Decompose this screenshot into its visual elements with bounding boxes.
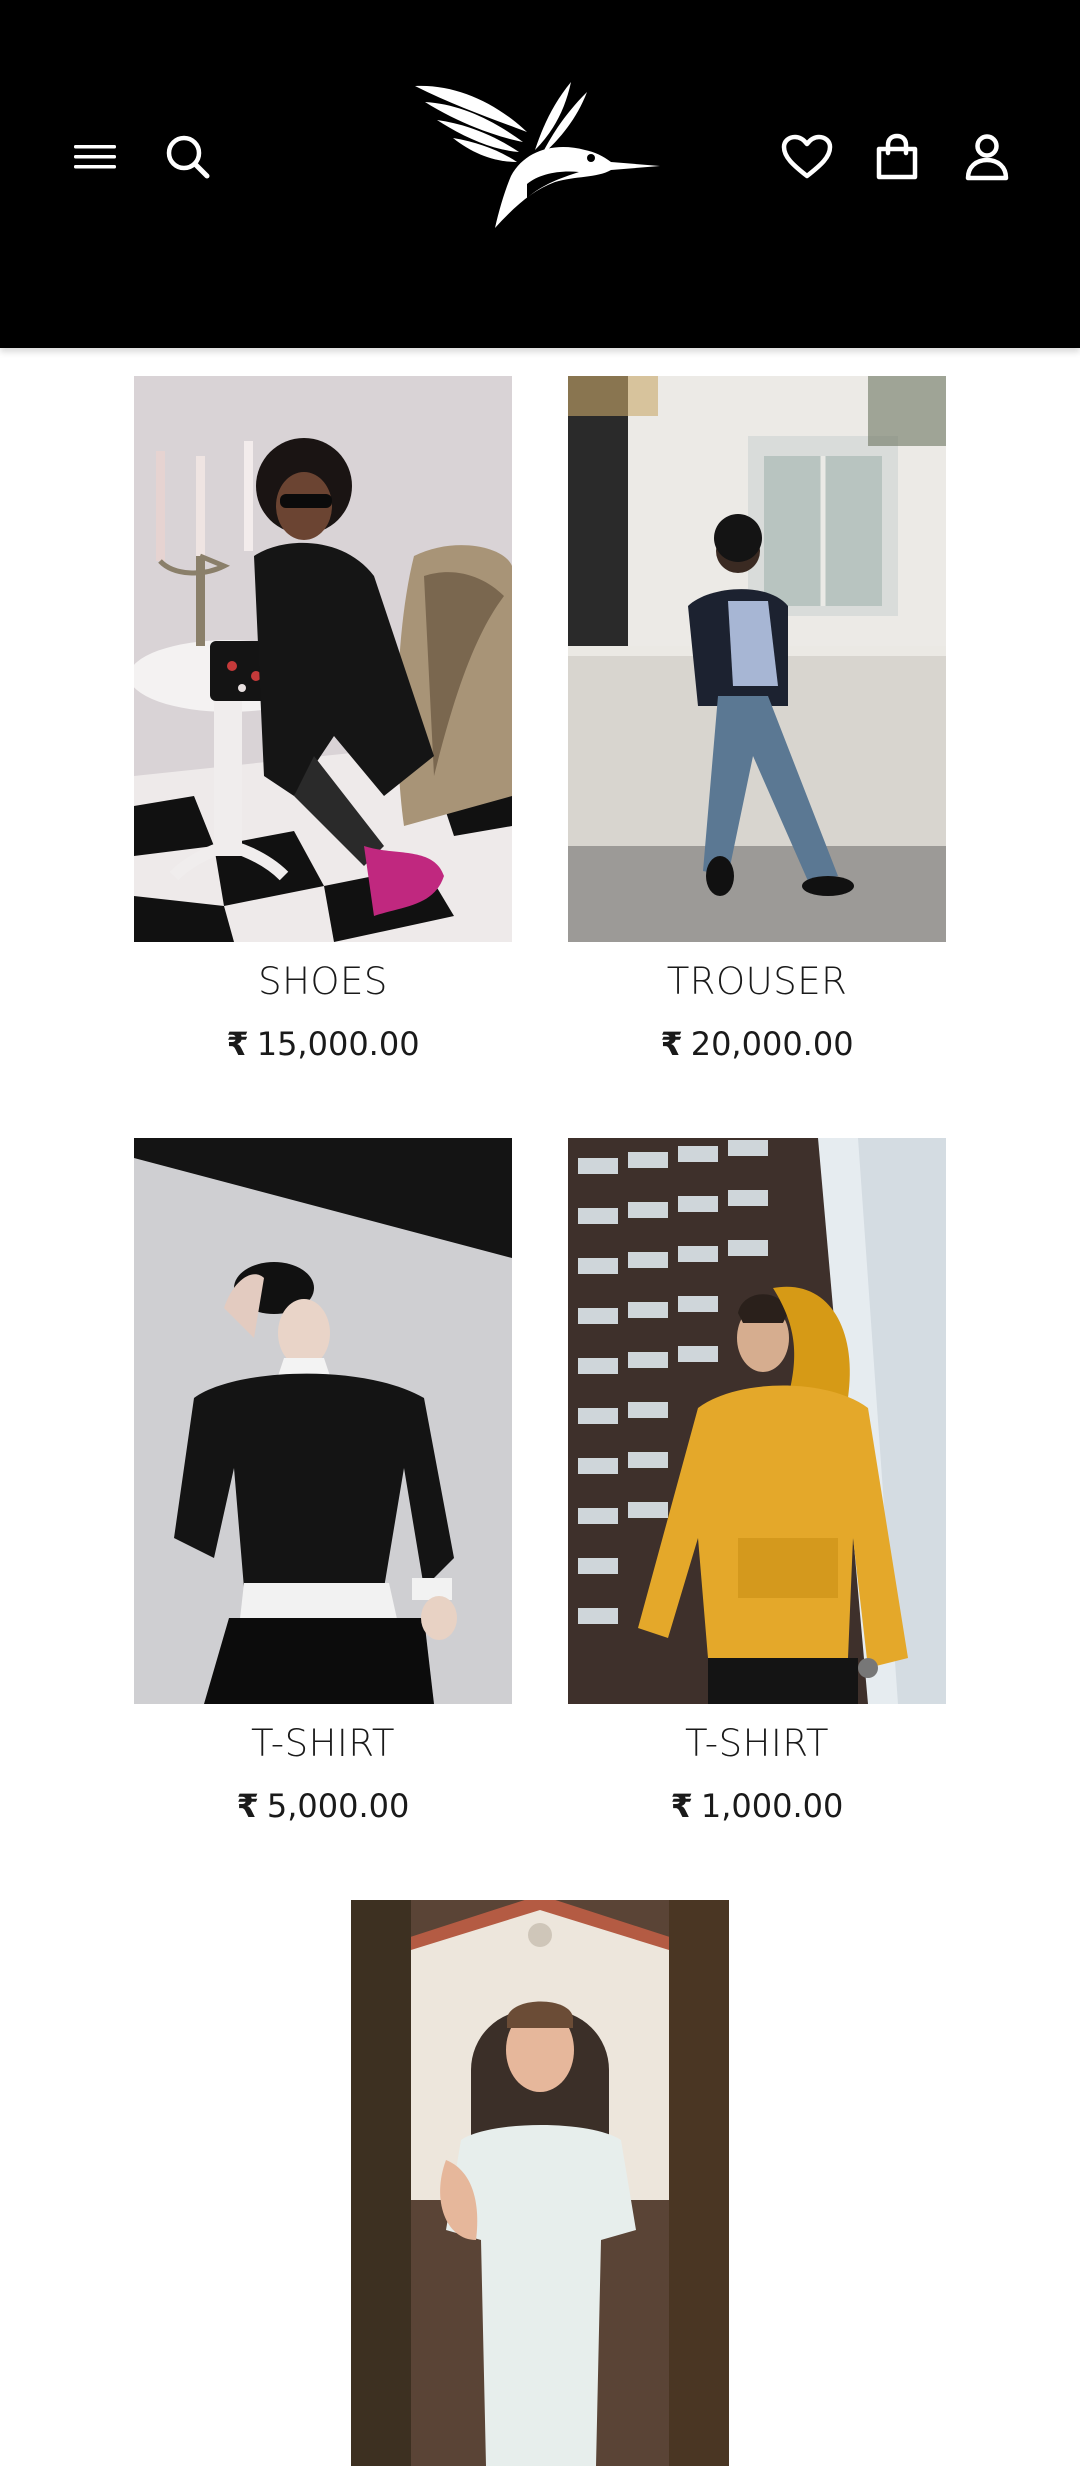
search-button[interactable] (153, 122, 223, 192)
price-value: 20,000.00 (690, 1025, 854, 1063)
price-value: 1,000.00 (700, 1787, 844, 1825)
product-name: SHOES (258, 960, 388, 1003)
product-image (351, 1900, 729, 2466)
shopping-bag-icon (876, 133, 918, 180)
product-price: ₹ 20,000.00 (568, 1024, 946, 1064)
price-value: 5,000.00 (266, 1787, 410, 1825)
user-icon (965, 134, 1009, 181)
product-image (134, 1138, 512, 1704)
product-price: ₹ 5,000.00 (134, 1786, 512, 1826)
rupee-icon: ₹ (226, 1025, 249, 1063)
product-image (568, 376, 946, 942)
product-price: ₹ 1,000.00 (568, 1786, 946, 1826)
price-value: 15,000.00 (256, 1025, 420, 1063)
product-name: T-SHIRT (685, 1722, 829, 1765)
product-card[interactable]: T-SHIRT ₹ 1,000.00 (568, 1138, 946, 1826)
heart-icon (781, 134, 833, 179)
bag-button[interactable] (862, 122, 932, 192)
wishlist-button[interactable] (772, 122, 842, 192)
rupee-icon: ₹ (236, 1787, 259, 1825)
product-card[interactable]: SHOES ₹ 15,000.00 (134, 376, 512, 1064)
rupee-icon: ₹ (670, 1787, 693, 1825)
product-card[interactable] (351, 1900, 729, 2486)
account-button[interactable] (952, 122, 1022, 192)
menu-button[interactable] (60, 122, 130, 192)
hummingbird-logo[interactable] (415, 80, 660, 230)
rupee-icon: ₹ (660, 1025, 683, 1063)
product-image (134, 376, 512, 942)
product-price: ₹ 15,000.00 (134, 1024, 512, 1064)
product-name: T-SHIRT (251, 1722, 395, 1765)
product-card[interactable]: TROUSER ₹ 20,000.00 (568, 376, 946, 1064)
product-card[interactable]: T-SHIRT ₹ 5,000.00 (134, 1138, 512, 1826)
top-header (0, 0, 1080, 348)
search-icon (166, 135, 210, 179)
hamburger-menu-icon (74, 145, 116, 169)
product-name: TROUSER (666, 960, 848, 1003)
product-image (568, 1138, 946, 1704)
